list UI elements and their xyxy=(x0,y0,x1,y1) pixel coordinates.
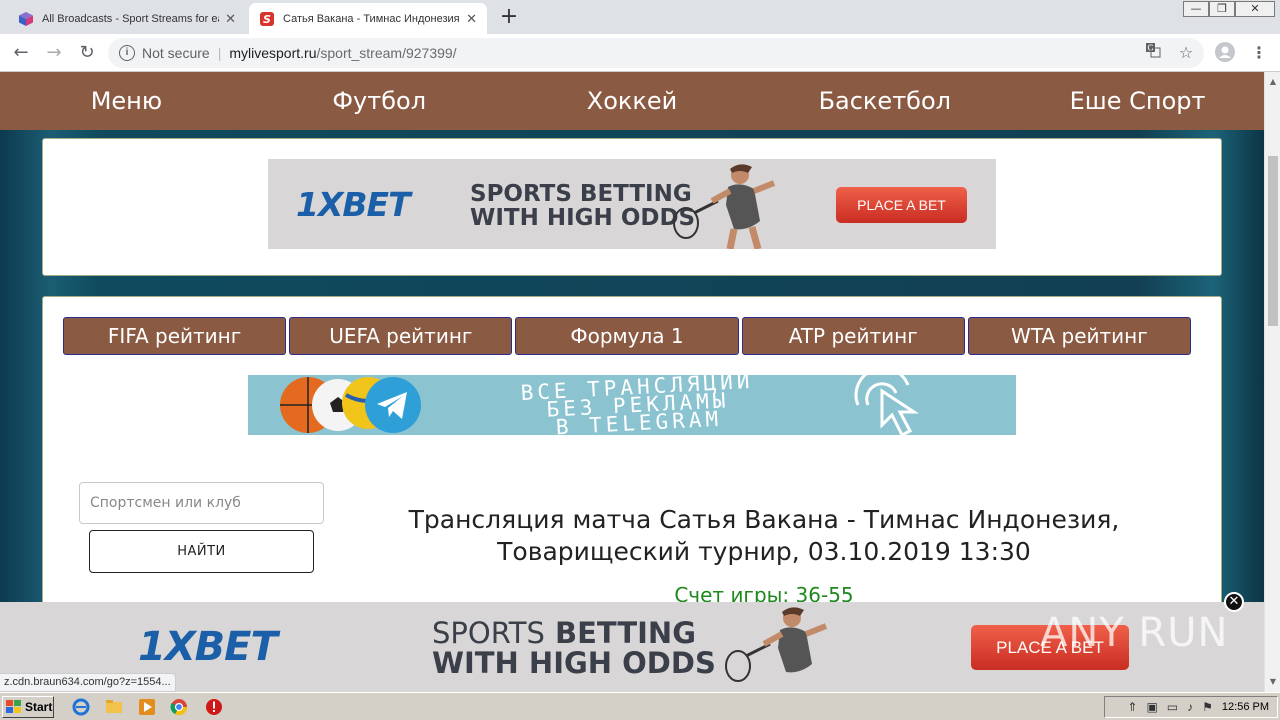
clock: 12:56 PM xyxy=(1221,701,1269,713)
menu-item-more-sports[interactable]: Еше Спорт xyxy=(1011,87,1264,115)
telegram-banner[interactable]: ВСЕ ТРАНСЛЯЦИИ БЕЗ РЕКЛАМЫ В TELEGRAM xyxy=(248,375,1016,435)
start-label: Start xyxy=(25,700,53,714)
ad-headline: SPORTS BETTING WITH HIGH ODDS xyxy=(432,618,716,679)
cube-icon xyxy=(19,11,33,26)
chrome-icon[interactable] xyxy=(170,698,188,716)
scroll-up-icon[interactable]: ▲ xyxy=(1265,74,1280,90)
menu-item-hockey[interactable]: Хоккей xyxy=(506,87,759,115)
sportstream-icon: S xyxy=(260,11,274,26)
tab-close-icon[interactable]: ✕ xyxy=(225,11,236,27)
fifa-rating-button[interactable]: FIFA рейтинг xyxy=(63,317,287,355)
match-title: Трансляция матча Сатья Вакана - Тимнас И… xyxy=(408,505,1120,566)
ad-headline-line-2: WITH HIGH ODDS xyxy=(470,205,696,232)
system-tray: ⇑ ▣ ▭ ♪ ⚑ 12:56 PM xyxy=(1104,696,1278,718)
wta-rating-button[interactable]: WTA рейтинг xyxy=(967,317,1192,355)
url-path: /sport_stream/927399/ xyxy=(316,45,457,61)
cursor-icon xyxy=(854,375,920,435)
bet-logo: 1XBET xyxy=(296,185,411,224)
bet-ad-banner[interactable]: 1XBET SPORTS BETTING WITH HIGH ODDS PLAC… xyxy=(268,159,996,249)
atp-rating-button[interactable]: ATP рейтинг xyxy=(741,317,965,355)
headline-word: BETTING xyxy=(555,616,697,650)
stop-icon[interactable] xyxy=(205,698,223,716)
security-label: Not secure xyxy=(142,45,210,61)
taskbar: Start ⇑ ▣ ▭ ♪ ⚑ 12:56 PM xyxy=(0,692,1280,720)
search-button[interactable]: НАЙТИ xyxy=(89,530,314,573)
menu-dots-icon[interactable]: ⋮ xyxy=(1248,42,1270,64)
network-icon[interactable]: ▣ xyxy=(1146,700,1157,714)
tab-title: Сатья Вакана - Тимнас Индонезия xyxy=(283,12,460,25)
telegram-banner-text: ВСЕ ТРАНСЛЯЦИИ БЕЗ РЕКЛАМЫ В TELEGRAM xyxy=(477,375,799,435)
info-icon[interactable]: i xyxy=(119,45,135,61)
search-input[interactable]: Спортсмен или клуб xyxy=(79,482,324,524)
translate-icon[interactable]: G xyxy=(1142,42,1164,64)
ad-headline: SPORTS BETTING WITH HIGH ODDS xyxy=(470,182,695,230)
close-ad-icon[interactable]: ✕ xyxy=(1224,592,1244,612)
url-host: mylivesport.ru xyxy=(229,45,317,61)
tab-strip: All Broadcasts - Sport Streams for ea ✕ … xyxy=(0,0,1280,34)
volume-icon[interactable]: ♪ xyxy=(1187,700,1193,714)
flag-icon[interactable]: ⚑ xyxy=(1202,700,1213,714)
folder-icon[interactable] xyxy=(105,698,123,716)
ad-headline-line-1: SPORTS BETTING xyxy=(432,618,716,648)
new-tab-button[interactable]: + xyxy=(498,4,520,30)
media-icon[interactable] xyxy=(138,698,156,716)
rating-buttons: FIFA рейтинг UEFA рейтинг Формула 1 ATP … xyxy=(63,317,1192,355)
start-button[interactable]: Start xyxy=(2,696,54,718)
windows-icon xyxy=(6,700,21,713)
forward-icon[interactable]: → xyxy=(43,42,65,64)
anyrun-watermark: ANY RUN xyxy=(1040,610,1229,656)
uefa-rating-button[interactable]: UEFA рейтинг xyxy=(289,317,513,355)
tennis-player-image xyxy=(673,164,776,249)
ie-icon[interactable] xyxy=(72,698,90,716)
top-ad-panel: 1XBET SPORTS BETTING WITH HIGH ODDS PLAC… xyxy=(42,138,1222,276)
menu-item-football[interactable]: Футбол xyxy=(253,87,506,115)
page-viewport: Меню Футбол Хоккей Баскетбол Еше Спорт 1… xyxy=(0,72,1264,692)
account-icon[interactable] xyxy=(1214,42,1236,64)
scroll-thumb[interactable] xyxy=(1268,156,1278,326)
bet-logo: 1XBET xyxy=(138,624,278,670)
site-menu-bar: Меню Футбол Хоккей Баскетбол Еше Спорт xyxy=(0,72,1264,130)
display-icon[interactable]: ▭ xyxy=(1167,700,1178,714)
tab-all-broadcasts[interactable]: All Broadcasts - Sport Streams for ea ✕ xyxy=(8,3,246,34)
maximize-button[interactable]: ❐ xyxy=(1209,1,1235,17)
ad-headline-line-1: SPORTS BETTING xyxy=(470,181,692,207)
star-icon[interactable]: ☆ xyxy=(1175,42,1197,64)
minimize-button[interactable]: — xyxy=(1183,1,1209,17)
menu-item-basketball[interactable]: Баскетбол xyxy=(758,87,1011,115)
browser-toolbar: ← → ↻ i Not secure | mylivesport.ru /spo… xyxy=(0,34,1280,72)
divider: | xyxy=(217,45,222,61)
tab-title: All Broadcasts - Sport Streams for ea xyxy=(42,12,220,25)
page-scrollbar[interactable]: ▲ ▼ xyxy=(1264,72,1280,692)
formula1-button[interactable]: Формула 1 xyxy=(515,317,739,355)
status-link: z.cdn.braun634.com/go?z=1554... xyxy=(0,673,176,692)
menu-item-menu[interactable]: Меню xyxy=(0,87,253,115)
tab-match[interactable]: S Сатья Вакана - Тимнас Индонезия ✕ xyxy=(249,3,487,34)
svg-text:S: S xyxy=(263,13,271,26)
tray-expand-icon[interactable]: ⇑ xyxy=(1127,700,1137,714)
place-bet-button[interactable]: PLACE A BET xyxy=(836,187,967,223)
telegram-icon xyxy=(365,377,421,433)
headline-word: SPORTS xyxy=(432,616,545,650)
address-bar[interactable]: i Not secure | mylivesport.ru /sport_str… xyxy=(108,38,1204,68)
tennis-player-image xyxy=(725,607,828,682)
back-icon[interactable]: ← xyxy=(10,42,32,64)
close-window-button[interactable]: ✕ xyxy=(1235,1,1275,17)
scroll-down-icon[interactable]: ▼ xyxy=(1265,674,1280,690)
reload-icon[interactable]: ↻ xyxy=(76,42,98,64)
tab-close-icon[interactable]: ✕ xyxy=(466,11,477,27)
ad-headline-line-2: WITH HIGH ODDS xyxy=(432,646,716,681)
